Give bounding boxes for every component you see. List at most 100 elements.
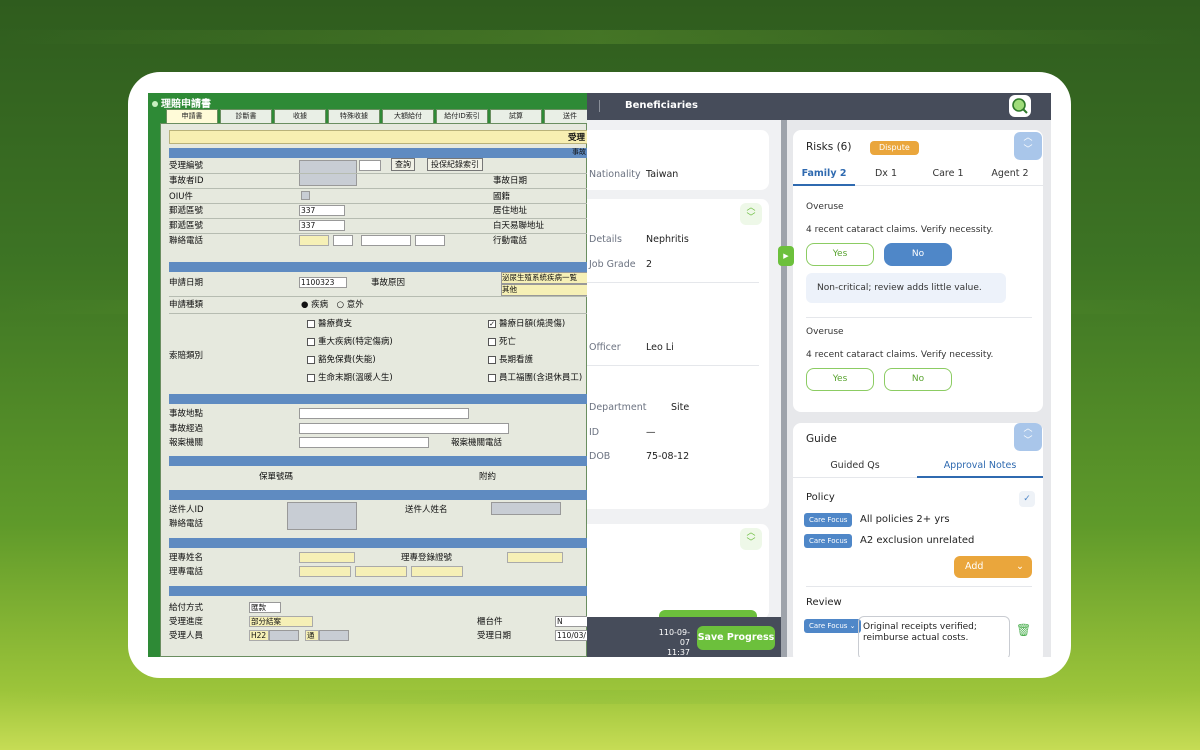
counter-input[interactable]: N bbox=[555, 616, 587, 627]
extra-card: ︿ ﹀ bbox=[587, 524, 769, 619]
no-button[interactable]: No bbox=[884, 368, 952, 391]
claim-checkbox[interactable]: 重大疾病(特定傷病) bbox=[307, 336, 393, 348]
panel-divider[interactable]: ▶ bbox=[778, 120, 794, 657]
accept-date-input[interactable]: 110/03/ bbox=[555, 630, 587, 641]
collapse-chevron-icon[interactable]: ︿ ﹀ bbox=[1014, 423, 1042, 451]
agent-name-input[interactable] bbox=[299, 552, 355, 563]
legacy-tab[interactable]: 特殊收據 bbox=[328, 109, 380, 123]
risk-heading: Overuse bbox=[806, 327, 844, 337]
legacy-tab[interactable]: 申請書 bbox=[166, 109, 218, 123]
phone-input[interactable] bbox=[361, 235, 411, 246]
agent-phone-input[interactable] bbox=[411, 566, 463, 577]
checkbox-checked-icon: ✓ bbox=[488, 319, 496, 328]
legacy-form-body: 受理 事故 受理編號 查詢 投保紀錄索引 事故者ID 事故日期 OIU件 國籍 … bbox=[160, 123, 587, 657]
accident-process-input[interactable] bbox=[299, 423, 509, 434]
apply-date-input[interactable]: 1100323 bbox=[299, 277, 347, 288]
search-button[interactable] bbox=[1009, 95, 1031, 117]
guide-tabs: Guided Qs Approval Notes bbox=[793, 460, 1043, 478]
department-value: Site bbox=[671, 402, 690, 413]
legacy-tab[interactable]: 診斷書 bbox=[220, 109, 272, 123]
add-label: Add bbox=[965, 561, 984, 572]
zip-input[interactable]: 337 bbox=[299, 220, 345, 231]
legacy-tab[interactable]: 送件 bbox=[544, 109, 587, 123]
tab-agent[interactable]: Agent 2 bbox=[979, 168, 1041, 179]
legacy-tab[interactable]: 試算 bbox=[490, 109, 542, 123]
claim-checkbox[interactable]: 長期看護 bbox=[488, 354, 533, 366]
agent-phone-input[interactable] bbox=[355, 566, 407, 577]
tab-guided-qs[interactable]: Guided Qs bbox=[793, 460, 917, 471]
handler-input[interactable]: 通 bbox=[305, 630, 319, 641]
legacy-row-label: 聯絡電話 bbox=[169, 236, 204, 246]
legacy-tabs: 申請書 診斷書 收據 特殊收據 大額給付 給付ID索引 試算 送件 bbox=[166, 109, 587, 123]
legacy-tab[interactable]: 大額給付 bbox=[382, 109, 434, 123]
check-icon[interactable]: ✓ bbox=[1019, 491, 1035, 507]
review-textarea[interactable]: Original receipts verified; reimburse ac… bbox=[858, 616, 1010, 657]
grid-line bbox=[169, 203, 587, 204]
dob-value: 75-08-12 bbox=[646, 451, 690, 462]
phone-input[interactable] bbox=[415, 235, 445, 246]
legacy-row-label: 居住地址 bbox=[493, 206, 528, 216]
agent-reg-input[interactable] bbox=[507, 552, 563, 563]
claim-checkbox[interactable]: 醫療費支 bbox=[307, 318, 352, 330]
add-button[interactable]: Add ⌄ bbox=[954, 556, 1032, 578]
checkbox-icon bbox=[488, 373, 496, 382]
counter-label: 櫃台件 bbox=[477, 617, 503, 627]
report-agency-input[interactable] bbox=[299, 437, 429, 448]
claim-checkbox[interactable]: 死亡 bbox=[488, 336, 516, 348]
cause-input[interactable]: 泌尿生殖系統疾病一覧 bbox=[501, 272, 587, 284]
expand-arrow-icon[interactable]: ▶ bbox=[778, 246, 794, 266]
sender-phone-label: 聯絡電話 bbox=[169, 519, 204, 529]
progress-input[interactable]: 部分結案 bbox=[249, 616, 313, 627]
legacy-input[interactable] bbox=[359, 160, 381, 171]
review-tag-select[interactable]: Care Focus ⌄ bbox=[804, 619, 861, 633]
history-button[interactable]: 投保紀錄索引 bbox=[427, 158, 483, 171]
care-focus-tag: Care Focus bbox=[804, 513, 853, 527]
accident-place-input[interactable] bbox=[299, 408, 469, 419]
legacy-header-bar: 受理 bbox=[169, 130, 587, 144]
claim-checkbox[interactable]: ✓ 醫療日額(燒燙傷) bbox=[488, 318, 565, 330]
zip-input[interactable]: 337 bbox=[299, 205, 345, 216]
accident-place-label: 事故地點 bbox=[169, 409, 204, 419]
cause-input[interactable]: 其他 bbox=[501, 284, 587, 296]
claim-checkbox[interactable]: 員工福團(含退休員工) bbox=[488, 372, 582, 384]
yes-button[interactable]: Yes bbox=[806, 368, 874, 391]
oiu-checkbox[interactable] bbox=[301, 191, 310, 200]
apply-type-radio[interactable]: ● 疾病 ○ 意外 bbox=[301, 299, 364, 311]
collapse-chevron-icon[interactable]: ︿ ﹀ bbox=[740, 203, 762, 225]
beneficiaries-header: Beneficiaries bbox=[587, 93, 781, 120]
claim-checkbox[interactable]: 生命末期(溫暖人生) bbox=[307, 372, 393, 384]
pay-method-select[interactable]: 匯款 bbox=[249, 602, 281, 613]
sender-name-label: 送件人姓名 bbox=[405, 505, 448, 515]
phone-input[interactable] bbox=[299, 235, 329, 246]
grid-line bbox=[169, 296, 587, 297]
yes-button[interactable]: Yes bbox=[806, 243, 874, 266]
id-label: ID bbox=[589, 427, 600, 438]
legacy-tab[interactable]: 給付ID索引 bbox=[436, 109, 488, 123]
review-title: Review bbox=[806, 597, 842, 608]
separator bbox=[587, 282, 759, 283]
checkbox-icon bbox=[307, 355, 315, 364]
trash-icon[interactable]: 🗑 bbox=[1016, 623, 1031, 637]
agent-phone-input[interactable] bbox=[299, 566, 351, 577]
checkbox-label: 員工福團(含退休員工) bbox=[499, 373, 583, 383]
no-button[interactable]: No bbox=[884, 243, 952, 266]
phone-input[interactable] bbox=[333, 235, 353, 246]
tab-care[interactable]: Care 1 bbox=[917, 168, 979, 179]
tab-family[interactable]: Family 2 bbox=[793, 168, 855, 179]
legacy-section bbox=[169, 490, 587, 500]
tab-dx[interactable]: Dx 1 bbox=[855, 168, 917, 179]
guide-card: Guide ︿ ﹀ Guided Qs Approval Notes Policy… bbox=[793, 423, 1043, 657]
claim-checkbox[interactable]: 豁免保費(失能) bbox=[307, 354, 376, 366]
dispute-badge: Dispute bbox=[870, 141, 919, 155]
tab-approval-notes[interactable]: Approval Notes bbox=[917, 460, 1043, 471]
checkbox-label: 長期看護 bbox=[499, 355, 534, 365]
pay-method-label: 給付方式 bbox=[169, 603, 204, 613]
query-button[interactable]: 查詢 bbox=[391, 158, 415, 171]
collapse-chevron-icon[interactable]: ︿ ﹀ bbox=[740, 528, 762, 550]
legacy-section bbox=[169, 538, 587, 548]
review-header bbox=[781, 93, 1051, 120]
save-progress-button[interactable]: Save Progress bbox=[697, 626, 775, 650]
legacy-tab[interactable]: 收據 bbox=[274, 109, 326, 123]
collapse-chevron-icon[interactable]: ︿ ﹀ bbox=[1014, 132, 1042, 160]
handler-input[interactable]: H22 bbox=[249, 630, 269, 641]
